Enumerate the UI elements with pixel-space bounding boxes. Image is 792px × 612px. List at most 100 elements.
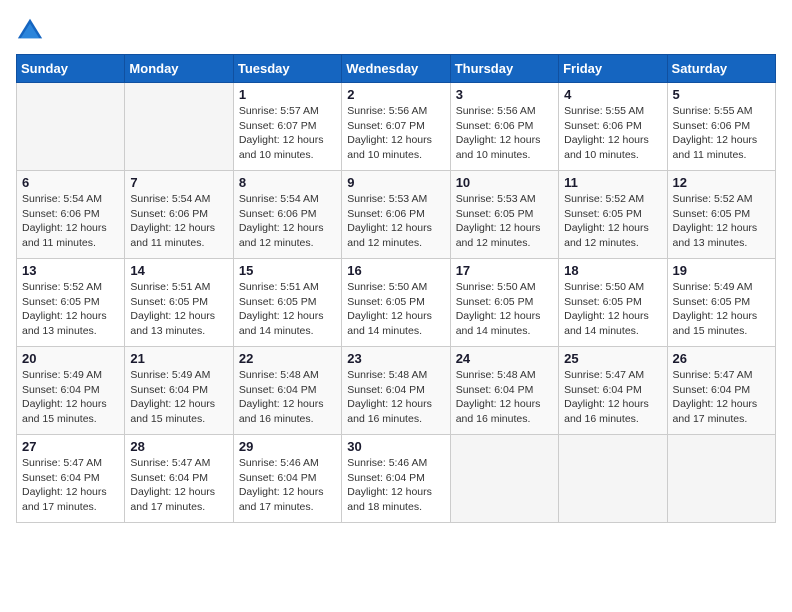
- week-row-2: 6 Sunrise: 5:54 AMSunset: 6:06 PMDaylight…: [17, 171, 776, 259]
- day-number: 13: [22, 263, 119, 278]
- calendar-cell: 25 Sunrise: 5:47 AMSunset: 6:04 PMDayligh…: [559, 347, 667, 435]
- calendar-cell: 22 Sunrise: 5:48 AMSunset: 6:04 PMDayligh…: [233, 347, 341, 435]
- day-number: 21: [130, 351, 227, 366]
- day-info: Sunrise: 5:50 AMSunset: 6:05 PMDaylight:…: [564, 280, 661, 339]
- day-info: Sunrise: 5:53 AMSunset: 6:05 PMDaylight:…: [456, 192, 553, 251]
- day-number: 6: [22, 175, 119, 190]
- day-info: Sunrise: 5:55 AMSunset: 6:06 PMDaylight:…: [673, 104, 770, 163]
- day-number: 19: [673, 263, 770, 278]
- day-info: Sunrise: 5:49 AMSunset: 6:05 PMDaylight:…: [673, 280, 770, 339]
- day-number: 2: [347, 87, 444, 102]
- day-info: Sunrise: 5:49 AMSunset: 6:04 PMDaylight:…: [130, 368, 227, 427]
- day-number: 1: [239, 87, 336, 102]
- day-info: Sunrise: 5:52 AMSunset: 6:05 PMDaylight:…: [22, 280, 119, 339]
- weekday-header-row: SundayMondayTuesdayWednesdayThursdayFrid…: [17, 55, 776, 83]
- calendar-cell: 11 Sunrise: 5:52 AMSunset: 6:05 PMDayligh…: [559, 171, 667, 259]
- calendar-cell: 23Sunrise: 5:48 AMSunset: 6:04 PMDayligh…: [342, 347, 450, 435]
- day-info: Sunrise: 5:47 AMSunset: 6:04 PMDaylight:…: [564, 368, 661, 427]
- weekday-header-friday: Friday: [559, 55, 667, 83]
- day-number: 22: [239, 351, 336, 366]
- day-info: Sunrise: 5:52 AMSunset: 6:05 PMDaylight:…: [673, 192, 770, 251]
- day-info: Sunrise: 5:56 AMSunset: 6:07 PMDaylight:…: [347, 104, 444, 163]
- logo-icon: [16, 16, 44, 44]
- week-row-1: 1 Sunrise: 5:57 AMSunset: 6:07 PMDaylight…: [17, 83, 776, 171]
- calendar-cell: 2 Sunrise: 5:56 AMSunset: 6:07 PMDaylight…: [342, 83, 450, 171]
- day-number: 28: [130, 439, 227, 454]
- day-info: Sunrise: 5:53 AMSunset: 6:06 PMDaylight:…: [347, 192, 444, 251]
- day-number: 17: [456, 263, 553, 278]
- day-info: Sunrise: 5:54 AMSunset: 6:06 PMDaylight:…: [22, 192, 119, 251]
- calendar-cell: 29 Sunrise: 5:46 AMSunset: 6:04 PMDayligh…: [233, 435, 341, 523]
- calendar-cell: 1 Sunrise: 5:57 AMSunset: 6:07 PMDaylight…: [233, 83, 341, 171]
- day-number: 15: [239, 263, 336, 278]
- day-info: Sunrise: 5:47 AMSunset: 6:04 PMDaylight:…: [673, 368, 770, 427]
- day-number: 10: [456, 175, 553, 190]
- day-info: Sunrise: 5:50 AMSunset: 6:05 PMDaylight:…: [456, 280, 553, 339]
- calendar-cell: 24 Sunrise: 5:48 AMSunset: 6:04 PMDayligh…: [450, 347, 558, 435]
- day-number: 26: [673, 351, 770, 366]
- calendar-cell: 28 Sunrise: 5:47 AMSunset: 6:04 PMDayligh…: [125, 435, 233, 523]
- calendar-cell: 3 Sunrise: 5:56 AMSunset: 6:06 PMDaylight…: [450, 83, 558, 171]
- day-number: 7: [130, 175, 227, 190]
- calendar-cell: [17, 83, 125, 171]
- day-number: 4: [564, 87, 661, 102]
- weekday-header-thursday: Thursday: [450, 55, 558, 83]
- day-number: 23: [347, 351, 444, 366]
- weekday-header-wednesday: Wednesday: [342, 55, 450, 83]
- calendar-cell: 30Sunrise: 5:46 AMSunset: 6:04 PMDayligh…: [342, 435, 450, 523]
- calendar-cell: 10 Sunrise: 5:53 AMSunset: 6:05 PMDayligh…: [450, 171, 558, 259]
- day-info: Sunrise: 5:48 AMSunset: 6:04 PMDaylight:…: [456, 368, 553, 427]
- day-number: 18: [564, 263, 661, 278]
- calendar-cell: 14 Sunrise: 5:51 AMSunset: 6:05 PMDayligh…: [125, 259, 233, 347]
- week-row-5: 27 Sunrise: 5:47 AMSunset: 6:04 PMDayligh…: [17, 435, 776, 523]
- weekday-header-saturday: Saturday: [667, 55, 775, 83]
- day-info: Sunrise: 5:50 AMSunset: 6:05 PMDaylight:…: [347, 280, 444, 339]
- calendar-cell: 9 Sunrise: 5:53 AMSunset: 6:06 PMDaylight…: [342, 171, 450, 259]
- day-info: Sunrise: 5:46 AMSunset: 6:04 PMDaylight:…: [239, 456, 336, 515]
- calendar-cell: 20 Sunrise: 5:49 AMSunset: 6:04 PMDayligh…: [17, 347, 125, 435]
- calendar-cell: 16Sunrise: 5:50 AMSunset: 6:05 PMDayligh…: [342, 259, 450, 347]
- day-info: Sunrise: 5:56 AMSunset: 6:06 PMDaylight:…: [456, 104, 553, 163]
- day-number: 25: [564, 351, 661, 366]
- day-info: Sunrise: 5:54 AMSunset: 6:06 PMDaylight:…: [239, 192, 336, 251]
- day-info: Sunrise: 5:46 AMSunset: 6:04 PMDaylight:…: [347, 456, 444, 515]
- weekday-header-tuesday: Tuesday: [233, 55, 341, 83]
- day-number: 8: [239, 175, 336, 190]
- calendar-cell: [125, 83, 233, 171]
- day-info: Sunrise: 5:51 AMSunset: 6:05 PMDaylight:…: [130, 280, 227, 339]
- day-number: 5: [673, 87, 770, 102]
- calendar-cell: 21 Sunrise: 5:49 AMSunset: 6:04 PMDayligh…: [125, 347, 233, 435]
- calendar-cell: 18 Sunrise: 5:50 AMSunset: 6:05 PMDayligh…: [559, 259, 667, 347]
- calendar-cell: 7 Sunrise: 5:54 AMSunset: 6:06 PMDaylight…: [125, 171, 233, 259]
- week-row-4: 20 Sunrise: 5:49 AMSunset: 6:04 PMDayligh…: [17, 347, 776, 435]
- day-info: Sunrise: 5:57 AMSunset: 6:07 PMDaylight:…: [239, 104, 336, 163]
- calendar-cell: 4Sunrise: 5:55 AMSunset: 6:06 PMDaylight…: [559, 83, 667, 171]
- day-number: 27: [22, 439, 119, 454]
- calendar-cell: 15 Sunrise: 5:51 AMSunset: 6:05 PMDayligh…: [233, 259, 341, 347]
- day-info: Sunrise: 5:51 AMSunset: 6:05 PMDaylight:…: [239, 280, 336, 339]
- page-header: [16, 16, 776, 44]
- day-number: 29: [239, 439, 336, 454]
- day-number: 20: [22, 351, 119, 366]
- weekday-header-monday: Monday: [125, 55, 233, 83]
- calendar-cell: [667, 435, 775, 523]
- calendar-cell: 19 Sunrise: 5:49 AMSunset: 6:05 PMDayligh…: [667, 259, 775, 347]
- calendar-cell: 13 Sunrise: 5:52 AMSunset: 6:05 PMDayligh…: [17, 259, 125, 347]
- day-number: 3: [456, 87, 553, 102]
- day-info: Sunrise: 5:47 AMSunset: 6:04 PMDaylight:…: [130, 456, 227, 515]
- day-number: 24: [456, 351, 553, 366]
- calendar-cell: 5 Sunrise: 5:55 AMSunset: 6:06 PMDaylight…: [667, 83, 775, 171]
- day-number: 12: [673, 175, 770, 190]
- day-info: Sunrise: 5:52 AMSunset: 6:05 PMDaylight:…: [564, 192, 661, 251]
- logo: [16, 16, 48, 44]
- day-info: Sunrise: 5:48 AMSunset: 6:04 PMDaylight:…: [239, 368, 336, 427]
- calendar-cell: 6 Sunrise: 5:54 AMSunset: 6:06 PMDaylight…: [17, 171, 125, 259]
- weekday-header-sunday: Sunday: [17, 55, 125, 83]
- day-info: Sunrise: 5:54 AMSunset: 6:06 PMDaylight:…: [130, 192, 227, 251]
- calendar-cell: 27Sunrise: 5:47 AMSunset: 6:04 PMDayligh…: [17, 435, 125, 523]
- day-info: Sunrise: 5:49 AMSunset: 6:04 PMDaylight:…: [22, 368, 119, 427]
- day-number: 14: [130, 263, 227, 278]
- day-number: 9: [347, 175, 444, 190]
- week-row-3: 13 Sunrise: 5:52 AMSunset: 6:05 PMDayligh…: [17, 259, 776, 347]
- day-number: 11: [564, 175, 661, 190]
